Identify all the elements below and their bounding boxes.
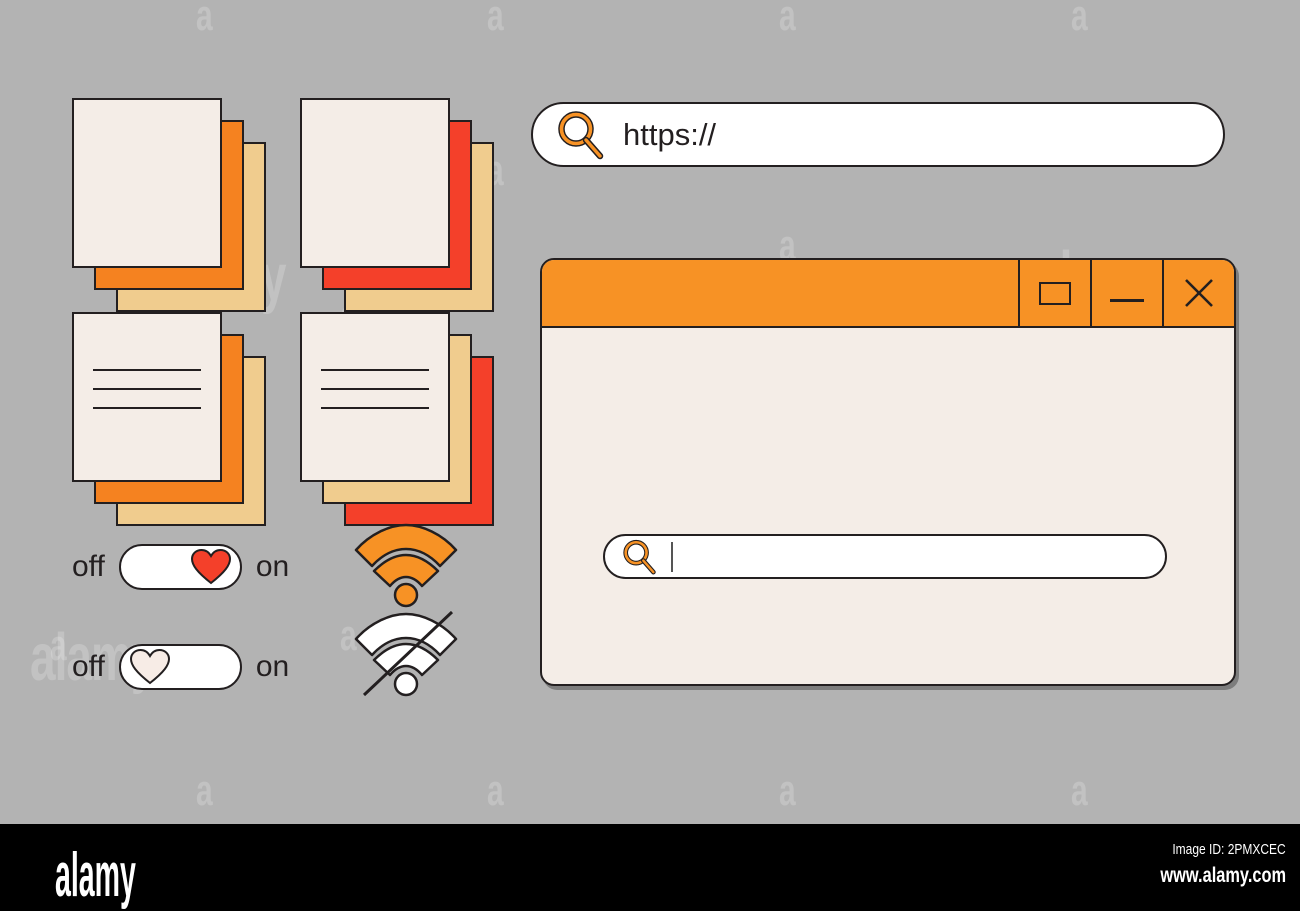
front-sheet [300,98,450,268]
search-icon [558,110,604,159]
toggle-off-label: off [72,550,105,583]
heart-toggle-on[interactable]: off on [72,544,289,590]
front-sheet [72,98,222,268]
window-titlebar[interactable] [542,260,1234,328]
watermark-text: a [196,0,213,41]
wifi-off-icon[interactable] [352,611,460,697]
watermark-text: a [487,0,504,41]
alamy-footer: alamy Image ID: 2PMXCEC www.alamy.com [0,824,1300,910]
url-bar[interactable]: https:// [531,102,1225,167]
watermark-text: a [487,767,504,816]
illustration-canvas: aaaaalamyaaalamyaaalamyaalamyaaaaaa off … [0,0,1300,824]
watermark-text: a [779,767,796,816]
search-icon [623,539,656,574]
maximize-icon [1039,281,1071,305]
window-body [542,328,1234,684]
image-id-label: Image ID: 2PMXCEC [1172,841,1286,858]
alamy-url-label: www.alamy.com [1160,864,1286,887]
heart-icon [129,649,170,685]
minimize-icon [1110,298,1144,302]
heart-icon [190,549,231,585]
watermark-text: a [1071,0,1088,41]
watermark-text: a [1071,767,1088,816]
url-text: https:// [623,116,717,152]
toggle-track[interactable] [118,544,242,590]
heart-toggle-off[interactable]: off on [72,644,289,690]
document-stack-lined-red[interactable] [300,312,500,532]
minimize-button[interactable] [1090,260,1162,326]
front-sheet [72,312,222,482]
toggle-on-label: on [255,650,290,683]
toggle-on-label: on [255,550,290,583]
document-stack-blank-orange[interactable] [72,98,272,318]
maximize-button[interactable] [1018,260,1090,326]
close-icon [1185,279,1213,307]
window-search-input[interactable] [603,534,1167,579]
document-lines [320,368,429,426]
watermark-text: a [779,0,796,41]
watermark-text: a [196,767,213,816]
document-stack-blank-red[interactable] [300,98,500,318]
alamy-logo: alamy [55,839,136,910]
document-stack-lined-orange[interactable] [72,312,272,532]
wifi-on-icon[interactable] [352,522,460,608]
browser-window [540,258,1236,686]
text-caret [671,541,673,572]
toggle-track[interactable] [118,644,242,690]
toggle-off-label: off [72,650,105,683]
front-sheet [300,312,450,482]
watermark-text: a [50,622,67,671]
document-lines [92,368,201,426]
window-title [542,260,1018,326]
close-button[interactable] [1162,260,1234,326]
